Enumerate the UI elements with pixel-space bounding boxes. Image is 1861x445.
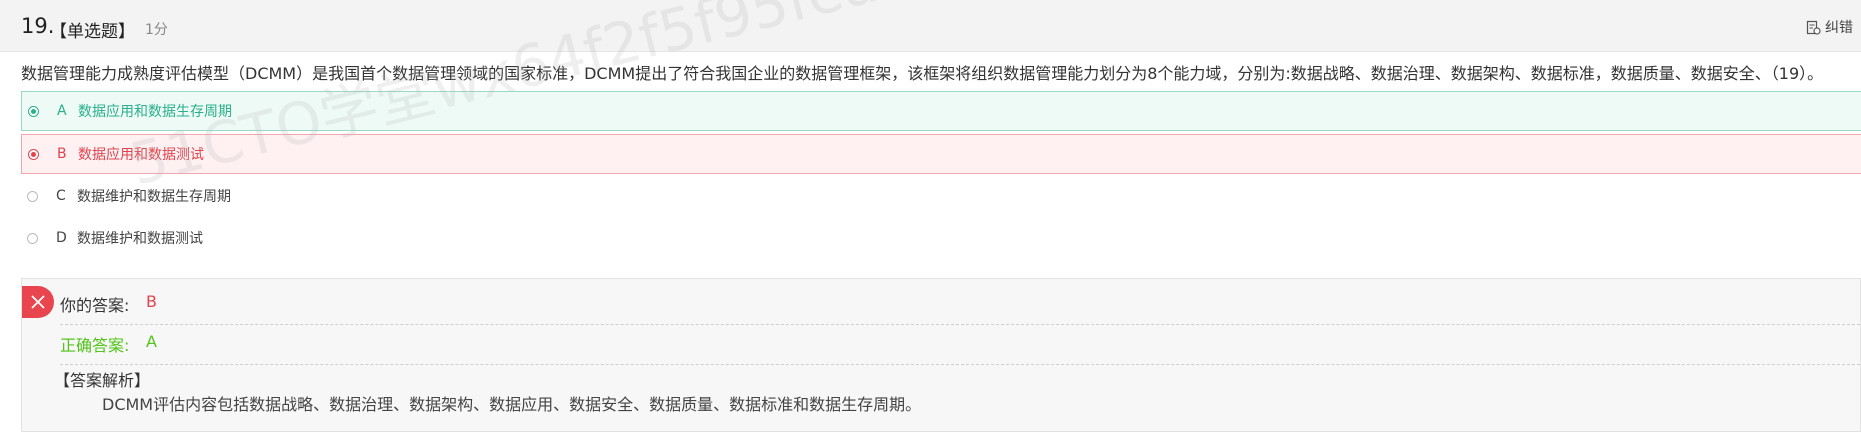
option-letter: C [56, 188, 66, 204]
question-header: 19. 【单选题】 1分 纠错 [0, 0, 1861, 52]
option-b-radio[interactable] [28, 148, 39, 160]
analysis-text: DCMM评估内容包括数据战略、数据治理、数据架构、数据应用、数据安全、数据质量、… [102, 395, 922, 414]
option-d-radio[interactable] [27, 232, 38, 244]
wrong-badge [22, 286, 54, 318]
divider [60, 324, 1860, 325]
question-stem: 数据管理能力成熟度评估模型（DCMM）是我国首个数据管理领域的国家标准，DCMM… [21, 64, 1824, 83]
option-b[interactable]: B 数据应用和数据测试 [21, 134, 1861, 174]
analysis-title: 【答案解析】 [54, 371, 151, 390]
close-icon [31, 295, 45, 309]
option-text: 数据应用和数据测试 [78, 147, 204, 163]
report-error-button[interactable]: 纠错 [1806, 17, 1853, 37]
option-letter: B [57, 146, 67, 162]
option-text: 数据维护和数据生存周期 [77, 189, 231, 205]
edit-document-icon [1806, 20, 1821, 35]
option-letter: D [56, 230, 67, 246]
option-d[interactable]: D 数据维护和数据测试 [21, 218, 1861, 258]
answer-panel: 你的答案: B 正确答案: A 【答案解析】 DCMM评估内容包括数据战略、数据… [21, 278, 1861, 432]
option-a-radio[interactable] [28, 105, 39, 117]
option-text: 数据应用和数据生存周期 [78, 104, 232, 120]
question-score: 1分 [145, 22, 168, 38]
option-c[interactable]: C 数据维护和数据生存周期 [21, 176, 1861, 216]
divider [60, 364, 1860, 365]
correct-answer-label: 正确答案: [60, 336, 130, 355]
your-answer-value: B [146, 292, 157, 311]
correct-answer-value: A [146, 332, 157, 351]
option-text: 数据维护和数据测试 [77, 231, 203, 247]
option-c-radio[interactable] [27, 190, 38, 202]
option-a[interactable]: A 数据应用和数据生存周期 [21, 91, 1861, 131]
question-type: 【单选题】 [50, 22, 135, 42]
report-error-label: 纠错 [1825, 20, 1853, 36]
your-answer-label: 你的答案: [60, 296, 130, 315]
option-letter: A [57, 103, 67, 119]
